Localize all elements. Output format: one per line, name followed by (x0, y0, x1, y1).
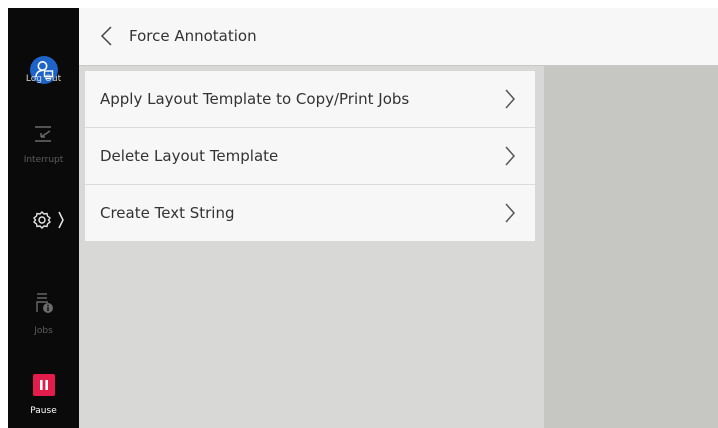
sidebar: Log Out Interrupt Jobs Pause (8, 8, 79, 428)
device-screen: Log Out Interrupt Jobs Pause Force Annot… (8, 8, 718, 428)
menu-item-label: Apply Layout Template to Copy/Print Jobs (100, 90, 410, 108)
menu-item-label: Delete Layout Template (100, 147, 279, 165)
interrupt-icon (33, 124, 55, 144)
back-button[interactable] (97, 24, 119, 48)
jobs-label: Jobs (34, 326, 53, 336)
logout-button[interactable]: Log Out (8, 28, 79, 88)
interrupt-button[interactable]: Interrupt (8, 120, 79, 170)
pause-icon (33, 374, 55, 396)
settings-button[interactable] (8, 206, 79, 234)
chevron-left-icon (97, 26, 119, 52)
pause-button[interactable]: Pause (8, 370, 79, 428)
pause-label: Pause (30, 406, 57, 416)
menu-list: Apply Layout Template to Copy/Print Jobs… (85, 71, 535, 241)
menu-item-apply-layout-template[interactable]: Apply Layout Template to Copy/Print Jobs (85, 71, 535, 128)
gear-icon (32, 209, 66, 231)
header-bar: Force Annotation (79, 8, 718, 66)
right-panel (544, 66, 718, 428)
chevron-right-icon (503, 201, 517, 225)
chevron-right-icon (503, 144, 517, 168)
logout-label: Log Out (25, 74, 62, 84)
content-area: Apply Layout Template to Copy/Print Jobs… (79, 66, 718, 428)
chevron-right-icon (503, 87, 517, 111)
jobs-button[interactable]: Jobs (8, 288, 79, 338)
menu-item-label: Create Text String (100, 204, 235, 222)
page-title: Force Annotation (129, 27, 257, 45)
menu-item-delete-layout-template[interactable]: Delete Layout Template (85, 128, 535, 185)
jobs-icon (34, 292, 54, 314)
menu-item-create-text-string[interactable]: Create Text String (85, 185, 535, 241)
interrupt-label: Interrupt (23, 155, 64, 165)
